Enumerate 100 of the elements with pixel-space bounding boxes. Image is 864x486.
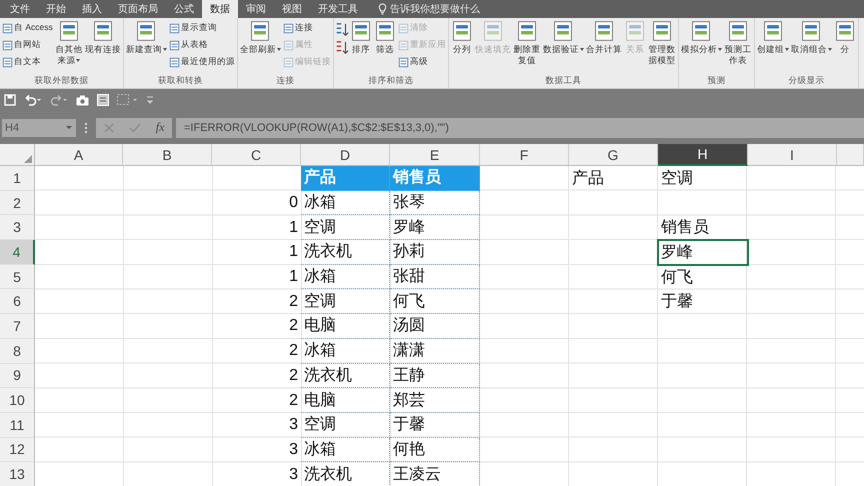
table-cell-text: 1 bbox=[288, 267, 299, 288]
select-objects-icon[interactable] bbox=[117, 94, 139, 106]
ribbon-button[interactable]: 创建组 bbox=[756, 20, 790, 55]
ribbon-button[interactable]: 自其他来源 bbox=[54, 20, 84, 66]
table-cell-text: 空调 bbox=[660, 168, 694, 189]
ribbon-button[interactable]: 自文本 bbox=[1, 54, 54, 70]
ribbon-button[interactable]: 从表格 bbox=[168, 37, 236, 53]
row-header[interactable]: 8 bbox=[0, 338, 35, 364]
table-cell-text: 2 bbox=[288, 292, 299, 312]
table-cell: 张琴 bbox=[390, 190, 480, 216]
ribbon-button[interactable]: 合并计算 bbox=[584, 20, 623, 55]
sort-descending-icon[interactable] bbox=[334, 40, 349, 56]
column-header[interactable] bbox=[837, 144, 864, 166]
row-header[interactable]: 2 bbox=[0, 190, 35, 216]
column-header[interactable]: B bbox=[123, 144, 212, 166]
row-header[interactable]: 11 bbox=[0, 412, 35, 438]
table-icon bbox=[726, 20, 749, 42]
ribbon-button[interactable]: 自 Access bbox=[1, 20, 54, 36]
table-cell: 罗峰 bbox=[390, 215, 480, 240]
ribbon-button[interactable]: 预测工作表 bbox=[722, 20, 753, 66]
ribbon-button[interactable]: 显示查询 bbox=[168, 20, 236, 36]
document-icon bbox=[2, 22, 13, 34]
document-icon bbox=[282, 40, 294, 50]
table-cell: 电脑 bbox=[301, 314, 390, 339]
ribbon-tab[interactable]: 审阅 bbox=[238, 0, 274, 18]
row-header[interactable]: 9 bbox=[0, 364, 35, 388]
row-header[interactable]: 5 bbox=[0, 264, 35, 290]
column-header[interactable]: I bbox=[748, 144, 837, 166]
ribbon-tab[interactable]: 数据 bbox=[202, 0, 238, 18]
column-header[interactable]: E bbox=[390, 144, 480, 166]
table-cell-text: 于馨 bbox=[660, 292, 694, 312]
ribbon-button[interactable]: 模拟分析 bbox=[680, 20, 723, 55]
document-icon bbox=[398, 22, 409, 34]
ribbon-button[interactable]: 分 bbox=[832, 20, 857, 55]
table-cell-text: 2 bbox=[288, 366, 299, 386]
table-cell-text: 何飞 bbox=[660, 268, 694, 288]
select-all-icon[interactable] bbox=[24, 155, 32, 163]
undo-icon[interactable] bbox=[24, 94, 42, 106]
ribbon-button[interactable]: 分列 bbox=[450, 20, 474, 55]
table-cell-text: 3 bbox=[288, 464, 299, 485]
row-header[interactable]: 12 bbox=[0, 438, 35, 462]
row-header[interactable]: 3 bbox=[0, 215, 35, 240]
table-cell: 产品 bbox=[301, 166, 390, 191]
ribbon-button[interactable]: 自网站 bbox=[1, 37, 54, 53]
column-header[interactable]: C bbox=[212, 144, 301, 166]
row-header[interactable]: 7 bbox=[0, 314, 35, 339]
ribbon-tab[interactable]: 页面布局 bbox=[110, 0, 166, 18]
ribbon-tab[interactable]: 视图 bbox=[274, 0, 310, 18]
ribbon-button[interactable]: 最近使用的源 bbox=[168, 54, 236, 70]
column-header[interactable]: G bbox=[569, 144, 658, 166]
group-label: 获取和转换 bbox=[156, 74, 204, 87]
table-cell: 空调 bbox=[301, 215, 390, 240]
save-icon[interactable] bbox=[4, 94, 16, 106]
insert-function-button[interactable]: fx bbox=[156, 120, 164, 135]
ribbon-button[interactable]: 全部刷新 bbox=[238, 20, 282, 55]
column-header[interactable]: F bbox=[480, 144, 569, 166]
ribbon-tab[interactable]: 公式 bbox=[166, 0, 202, 18]
form-icon[interactable] bbox=[97, 94, 109, 106]
row-header[interactable]: 4 bbox=[0, 240, 35, 265]
table-cell: 于馨 bbox=[390, 412, 480, 438]
ribbon-tab[interactable]: 开始 bbox=[38, 0, 74, 18]
row-header[interactable]: 13 bbox=[0, 462, 35, 486]
table-icon bbox=[762, 20, 784, 42]
ribbon-button[interactable]: 取消组合 bbox=[790, 20, 833, 55]
redo-icon[interactable] bbox=[50, 94, 68, 106]
formula-field[interactable]: =IFERROR(VLOOKUP(ROW(A1),$C$2:$E$13,3,0),"") bbox=[176, 118, 864, 138]
ribbon-button[interactable]: 管理数据模型 bbox=[646, 20, 677, 66]
column-header[interactable]: H bbox=[658, 144, 748, 166]
ribbon-button[interactable]: 数据验证 bbox=[542, 20, 585, 55]
ribbon-button[interactable]: 筛选 bbox=[372, 20, 397, 55]
row-header[interactable]: 1 bbox=[0, 166, 35, 191]
camera-icon[interactable] bbox=[76, 94, 89, 106]
table-cell: 汤圆 bbox=[390, 314, 480, 339]
table-icon bbox=[92, 20, 114, 42]
ribbon-button[interactable]: 删除重复值 bbox=[512, 20, 542, 66]
table-icon bbox=[624, 20, 646, 42]
ribbon-button[interactable]: 连接 bbox=[282, 20, 332, 36]
column-header[interactable]: D bbox=[301, 144, 390, 166]
ribbon-button[interactable]: 排序 bbox=[348, 20, 373, 55]
document-icon bbox=[282, 22, 294, 34]
more-icon[interactable] bbox=[84, 122, 88, 134]
table-icon bbox=[450, 20, 473, 42]
table-cell-text: 2 bbox=[288, 390, 299, 411]
group-label: 预测 bbox=[706, 74, 726, 87]
document-icon bbox=[282, 56, 294, 68]
row-header[interactable]: 6 bbox=[0, 289, 35, 314]
customize-toolbar-icon[interactable] bbox=[147, 96, 153, 104]
tell-me-field[interactable]: 告诉我你想要做什么 bbox=[378, 0, 500, 18]
ribbon-tab[interactable]: 插入 bbox=[74, 0, 110, 18]
table-cell: 王静 bbox=[390, 364, 480, 388]
column-header[interactable]: A bbox=[35, 144, 123, 166]
ribbon-tab[interactable]: 文件 bbox=[2, 0, 38, 18]
sort-ascending-icon[interactable] bbox=[334, 22, 349, 38]
ribbon-button[interactable]: 新建查询 bbox=[124, 20, 168, 55]
document-icon bbox=[398, 40, 409, 50]
ribbon-tab[interactable]: 开发工具 bbox=[310, 0, 366, 18]
row-header[interactable]: 10 bbox=[0, 388, 35, 413]
ribbon-button[interactable]: 现有连接 bbox=[84, 20, 122, 55]
ribbon-button[interactable]: 高级 bbox=[396, 54, 447, 70]
table-cell: 洗衣机 bbox=[301, 364, 390, 388]
